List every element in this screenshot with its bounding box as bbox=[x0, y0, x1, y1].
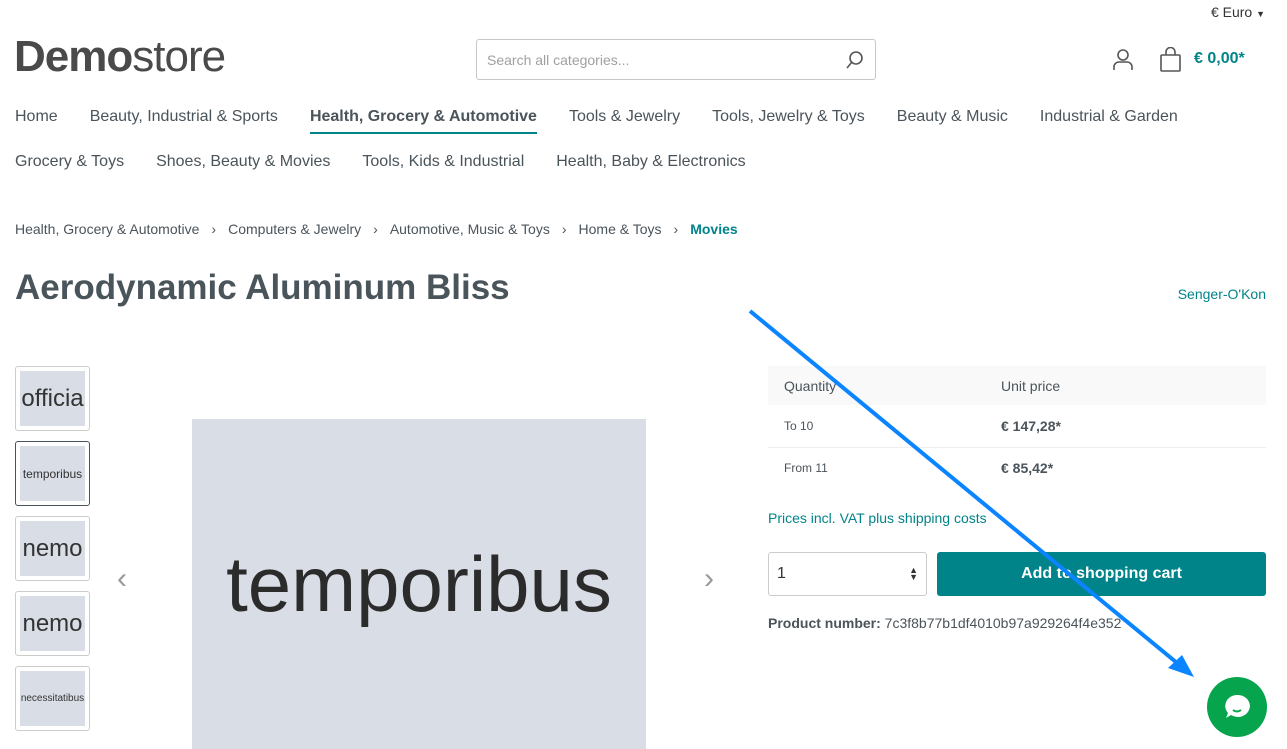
search-box bbox=[476, 39, 876, 80]
thumbnail-selected[interactable]: temporibus bbox=[15, 441, 90, 506]
nav-shoes-beauty-movies[interactable]: Shoes, Beauty & Movies bbox=[156, 153, 330, 177]
breadcrumb-item[interactable]: Computers & Jewelry bbox=[228, 221, 361, 237]
nav-grocery-toys[interactable]: Grocery & Toys bbox=[15, 153, 124, 177]
cart-icon[interactable] bbox=[1159, 47, 1183, 73]
thumbnail[interactable]: necessitatibus bbox=[15, 666, 90, 731]
table-row: From 11 € 85,42* bbox=[784, 460, 1054, 477]
prev-image-button[interactable]: ‹ bbox=[117, 562, 127, 596]
nav-beauty-music[interactable]: Beauty & Music bbox=[897, 108, 1008, 134]
nav-tools-jewelry[interactable]: Tools & Jewelry bbox=[569, 108, 680, 134]
chevron-right-icon: › bbox=[211, 221, 217, 237]
nav-beauty-industrial-sports[interactable]: Beauty, Industrial & Sports bbox=[90, 108, 278, 134]
chevron-right-icon: › bbox=[373, 221, 378, 237]
breadcrumb-item[interactable]: Health, Grocery & Automotive bbox=[15, 221, 199, 237]
main-nav-row2: Grocery & Toys Shoes, Beauty & Movies To… bbox=[15, 153, 746, 177]
chevron-right-icon: › bbox=[673, 221, 679, 237]
product-number: Product number: 7c3f8b77b1df4010b97a9292… bbox=[768, 615, 1122, 631]
logo[interactable]: Demostore bbox=[14, 32, 226, 82]
search-input[interactable] bbox=[487, 51, 845, 68]
nav-health-baby-electronics[interactable]: Health, Baby & Electronics bbox=[556, 153, 745, 177]
chat-button[interactable] bbox=[1207, 677, 1267, 737]
price-table: Quantity Unit price To 10 € 147,28* From 1… bbox=[768, 366, 1266, 489]
nav-industrial-garden[interactable]: Industrial & Garden bbox=[1040, 108, 1178, 134]
manufacturer-link[interactable]: Senger-O'Kon bbox=[1178, 286, 1266, 302]
next-image-button[interactable]: › bbox=[704, 562, 714, 596]
currency-selector[interactable]: € Euro ▼ bbox=[1211, 4, 1265, 20]
nav-home[interactable]: Home bbox=[15, 108, 58, 134]
account-icon[interactable] bbox=[1112, 48, 1134, 72]
add-to-cart-button[interactable]: Add to shopping cart bbox=[937, 552, 1266, 596]
main-nav-row1: Home Beauty, Industrial & Sports Health,… bbox=[15, 108, 1178, 134]
search-icon[interactable] bbox=[845, 50, 865, 70]
breadcrumb-current[interactable]: Movies bbox=[690, 221, 737, 237]
chevron-right-icon: › bbox=[561, 221, 567, 237]
cart-total[interactable]: € 0,00* bbox=[1194, 50, 1245, 68]
nav-tools-kids-industrial[interactable]: Tools, Kids & Industrial bbox=[362, 153, 524, 177]
sort-arrows-icon: ▲ ▼ bbox=[909, 565, 918, 582]
breadcrumb-item[interactable]: Home & Toys bbox=[579, 221, 662, 237]
vat-shipping-link[interactable]: Prices incl. VAT plus shipping costs bbox=[768, 510, 987, 526]
nav-tools-jewelry-toys[interactable]: Tools, Jewelry & Toys bbox=[712, 108, 865, 134]
table-row: To 10 € 147,28* bbox=[768, 405, 1266, 448]
chat-bubble-icon bbox=[1225, 694, 1250, 718]
nav-health-grocery-automotive[interactable]: Health, Grocery & Automotive bbox=[309, 108, 537, 134]
product-image: temporibus bbox=[192, 419, 646, 749]
thumbnail[interactable]: nemo bbox=[15, 591, 90, 656]
quantity-select[interactable]: 1 ▲ ▼ bbox=[768, 552, 927, 596]
thumbnail[interactable]: officia bbox=[15, 366, 90, 431]
caret-down-icon: ▼ bbox=[1256, 9, 1265, 19]
breadcrumb-item[interactable]: Automotive, Music & Toys bbox=[390, 221, 550, 237]
thumbnail[interactable]: nemo bbox=[15, 516, 90, 581]
breadcrumb: Health, Grocery & Automotive › Computers … bbox=[15, 221, 738, 237]
page-title: Aerodynamic Aluminum Bliss bbox=[15, 268, 510, 307]
